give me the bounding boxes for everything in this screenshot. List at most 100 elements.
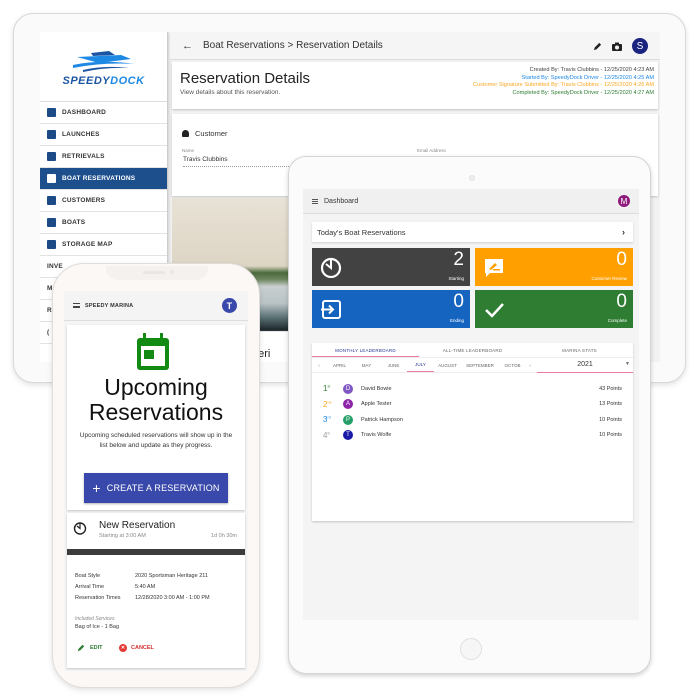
rank: 4th	[323, 431, 330, 440]
dropdown-caret-icon: ▼	[625, 361, 630, 367]
phone-camera	[170, 270, 174, 274]
tablet-home-button	[460, 638, 482, 660]
reservation-card[interactable]: New Reservation Starting at 3:00 AM 1d 0…	[67, 513, 245, 668]
signature-icon	[485, 259, 503, 277]
sidebar-item-label: BOAT RESERVATIONS	[62, 175, 136, 182]
sidebar-item-label: DASHBOARD	[62, 109, 107, 116]
tablet-user-avatar[interactable]: M	[618, 195, 630, 207]
tile-label: Customer Review	[591, 276, 627, 281]
check-icon	[485, 303, 504, 318]
cancel-button[interactable]: ✕ CANCEL	[119, 644, 154, 652]
month-tab-octob[interactable]: OCTOB	[499, 359, 526, 372]
sidebar-item-dashboard[interactable]: DASHBOARD	[40, 102, 167, 124]
next-month-button[interactable]: ›	[526, 359, 534, 372]
avatar: T	[343, 430, 353, 440]
tile-count: 0	[616, 291, 627, 312]
phone-screen: SPEEDY MARINA T Upcoming Reservations Up…	[64, 291, 248, 671]
hamburger-menu-icon[interactable]	[312, 198, 318, 204]
month-tab-may[interactable]: MAY	[353, 359, 380, 372]
name-label: Name	[182, 148, 195, 153]
status-tile-complete[interactable]: 0 Complete	[475, 290, 633, 328]
clipboard-icon	[47, 152, 56, 161]
upcoming-title-line1: Upcoming	[104, 374, 208, 400]
month-tab-april[interactable]: APRIL	[326, 359, 353, 372]
person-icon	[182, 130, 189, 137]
timer-icon	[320, 257, 342, 278]
phone-user-avatar[interactable]: T	[222, 298, 237, 313]
create-reservation-button[interactable]: + CREATE A RESERVATION	[84, 473, 228, 503]
sidebar-item-label: LAUNCHES	[62, 131, 100, 138]
page-subtitle: View details about this reservation.	[180, 89, 281, 96]
tile-label: Ending	[449, 318, 464, 323]
sidebar-item-label: CUSTOMERS	[62, 197, 106, 204]
cancel-label: CANCEL	[131, 645, 154, 651]
tablet-page-title: Dashboard	[324, 197, 359, 205]
logo-text-speedy: SPEEDY	[62, 74, 111, 87]
month-tab-september[interactable]: SEPTEMBER	[461, 359, 499, 372]
upcoming-title: Upcoming Reservations	[67, 375, 245, 425]
tab-all-time-leaderboard[interactable]: ALL-TIME LEADERBOARD	[419, 343, 526, 357]
boat-icon	[47, 218, 56, 227]
tablet-screen: Dashboard M Today's Boat Reservations › …	[303, 189, 639, 620]
phone-device-frame: SPEEDY MARINA T Upcoming Reservations Up…	[52, 263, 260, 688]
sidebar-item-launches[interactable]: LAUNCHES	[40, 124, 167, 146]
sidebar-item-label: INVE	[47, 263, 63, 270]
sidebar-item-customers[interactable]: CUSTOMERS	[40, 190, 167, 212]
upcoming-description: Upcoming scheduled reservations will sho…	[79, 432, 233, 449]
calendar-icon	[47, 174, 56, 183]
edit-label: EDIT	[90, 645, 103, 651]
detail-key: Arrival Time	[75, 584, 105, 590]
services-label: Included Services	[75, 616, 115, 622]
detail-row: Boat Style 2020 Sportsman Heritage 211	[75, 573, 208, 579]
driver-name: Travis Wolfe	[361, 432, 392, 438]
phone-speaker	[143, 271, 165, 274]
speedydock-logo: SPEEDYDOCK	[40, 32, 167, 102]
tablet-camera	[469, 175, 475, 181]
breadcrumb: Boat Reservations > Reservation Details	[203, 40, 383, 51]
status-tile-starting[interactable]: 2 Starting	[312, 248, 470, 286]
driver-name: David Bowie	[361, 385, 392, 392]
status-tile-customer-review[interactable]: 0 Customer Review	[475, 248, 633, 286]
driver-points: 10 Points	[599, 416, 622, 423]
email-label: Email Address	[417, 148, 446, 153]
year-select[interactable]: 2021 ▼	[537, 358, 633, 373]
services-value: Bag of Ice - 1 Bag	[75, 624, 120, 630]
audit-entry: Created By: Travis Clubbins - 12/25/2020…	[529, 67, 654, 73]
avatar: D	[343, 383, 353, 394]
tile-count: 0	[453, 291, 464, 312]
detail-row: Reservation Times 12/28/2020 3:00 AM - 1:…	[75, 595, 210, 601]
pencil-icon[interactable]	[593, 42, 602, 51]
sidebar-item-storage-map[interactable]: STORAGE MAP	[40, 234, 167, 256]
camera-icon[interactable]	[612, 42, 622, 51]
rank: 1st	[323, 384, 330, 393]
customer-heading: Customer	[195, 129, 228, 138]
tab-monthly-leaderboard[interactable]: MONTHLY LEADERBOARD	[312, 343, 419, 357]
month-tab-june[interactable]: JUNE	[380, 359, 407, 372]
todays-reservations-link[interactable]: Today's Boat Reservations ›	[312, 222, 633, 242]
sidebar-item-retrievals[interactable]: RETRIEVALS	[40, 146, 167, 168]
month-tab-august[interactable]: AUGUST	[434, 359, 461, 372]
avatar: P	[343, 414, 353, 425]
boat-logo-icon	[72, 50, 135, 72]
rank: 3rd	[323, 415, 331, 424]
prev-month-button[interactable]: ‹	[312, 359, 326, 372]
user-avatar[interactable]: S	[632, 38, 648, 54]
sidebar-item-label: STORAGE MAP	[62, 241, 113, 248]
hamburger-menu-icon[interactable]	[73, 303, 80, 308]
cancel-x-icon: ✕	[119, 644, 127, 652]
back-arrow-icon[interactable]: ←	[182, 40, 193, 52]
phone-top-bar: SPEEDY MARINA T	[64, 291, 248, 321]
sidebar-item-boat-reservations[interactable]: BOAT RESERVATIONS	[40, 168, 167, 190]
sidebar-item-label: (	[47, 329, 50, 336]
sidebar-item-boats[interactable]: BOATS	[40, 212, 167, 234]
audit-entry: Customer Signature Submitted By: Travis …	[473, 82, 654, 88]
edit-button[interactable]: EDIT	[77, 644, 103, 652]
rank-suffix: st	[327, 384, 331, 389]
tab-marina-stats[interactable]: MARINA STATS	[526, 343, 633, 357]
status-tile-ending[interactable]: 0 Ending	[312, 290, 470, 328]
avatar: A	[343, 399, 353, 409]
audit-entry: Started By: SpeedyDock Driver - 12/25/20…	[521, 74, 654, 81]
enter-icon	[321, 300, 341, 319]
pencil-icon	[77, 644, 85, 652]
month-tab-july[interactable]: JULY	[407, 358, 434, 372]
